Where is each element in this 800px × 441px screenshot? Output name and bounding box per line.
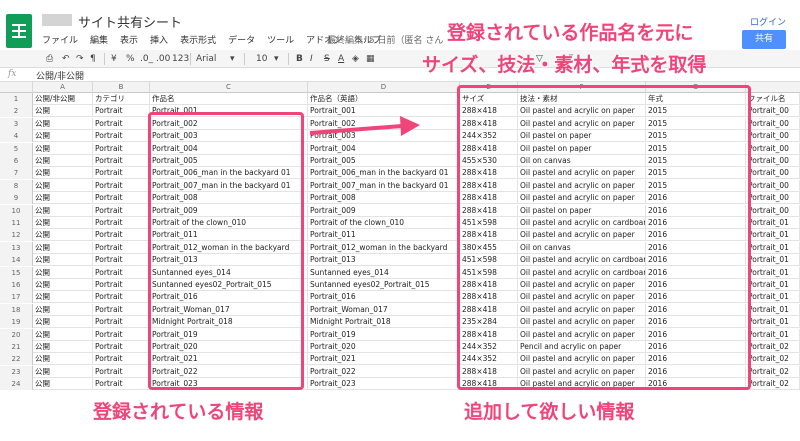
annotation-registered-info: 登録されている情報 [93, 401, 264, 423]
annotation-top-line1: 登録されている作品名を元に [447, 22, 694, 44]
annotation-top-line2: サイズ、技法・素材、年式を取得 [422, 54, 707, 76]
annotation-requested-info: 追加して欲しい情報 [464, 401, 635, 423]
